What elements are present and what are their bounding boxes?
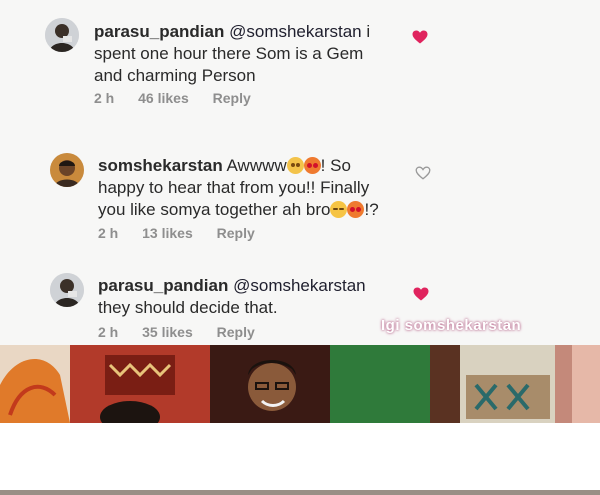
watermark: Igi somshekarstan	[381, 317, 522, 334]
comments-panel: parasu_pandian @somshekarstan i spent on…	[0, 0, 600, 345]
relieved-face-emoji-icon	[330, 201, 348, 218]
heart-icon[interactable]	[412, 30, 428, 44]
comment-meta: 2 h 46 likes Reply	[94, 90, 271, 106]
comment-text: somshekarstan Awwww ! So happy to hear th…	[98, 155, 428, 221]
heart-icon[interactable]	[413, 287, 429, 301]
comment-text-line: and charming Person	[94, 66, 256, 85]
photo-strip	[0, 345, 600, 423]
reply-button[interactable]: Reply	[217, 225, 255, 241]
heart-eyes-emoji-icon	[347, 201, 365, 218]
comment-meta: 2 h 13 likes Reply	[98, 225, 275, 241]
comment-time: 2 h	[98, 324, 119, 340]
heart-outline-icon[interactable]	[415, 166, 431, 180]
comment-text: parasu_pandian @somshekarstan they shoul…	[98, 275, 418, 319]
comment-text-part: !?	[364, 200, 379, 219]
bottom-divider	[0, 490, 600, 495]
comment-likes[interactable]: 35 likes	[142, 324, 193, 340]
comment-meta: 2 h 35 likes Reply	[98, 324, 275, 340]
comment-text-part: ! So	[320, 156, 351, 175]
comment-text: parasu_pandian @somshekarstan i spent on…	[94, 21, 414, 87]
comment-username[interactable]: somshekarstan	[98, 156, 223, 175]
avatar-parasu-pandian[interactable]	[45, 18, 79, 52]
comment-text-line: happy to hear that from you!! Finally	[98, 178, 370, 197]
avatar-parasu-pandian[interactable]	[50, 273, 84, 307]
comment-text-part: Awwww	[222, 156, 287, 175]
comment-time: 2 h	[98, 225, 119, 241]
comment-mention[interactable]: @somshekarstan	[229, 22, 362, 41]
comment-username[interactable]: parasu_pandian	[94, 22, 224, 41]
avatar-somshekarstan[interactable]	[50, 153, 84, 187]
comment-mention[interactable]: @somshekarstan	[233, 276, 366, 295]
comment-time: 2 h	[94, 90, 115, 106]
comment-text-line: you like somya together ah bro	[98, 200, 331, 219]
reply-button[interactable]: Reply	[217, 324, 255, 340]
heart-eyes-emoji-icon	[303, 157, 321, 174]
comment-username[interactable]: parasu_pandian	[98, 276, 228, 295]
comment-text-line: spent one hour there Som is a Gem	[94, 44, 364, 63]
comment-likes[interactable]: 13 likes	[142, 225, 193, 241]
comment-likes[interactable]: 46 likes	[138, 90, 189, 106]
comment-text-part: i	[361, 22, 371, 41]
comment-text-line: they should decide that.	[98, 298, 278, 317]
reply-button[interactable]: Reply	[213, 90, 251, 106]
sad-face-emoji-icon	[286, 157, 304, 174]
